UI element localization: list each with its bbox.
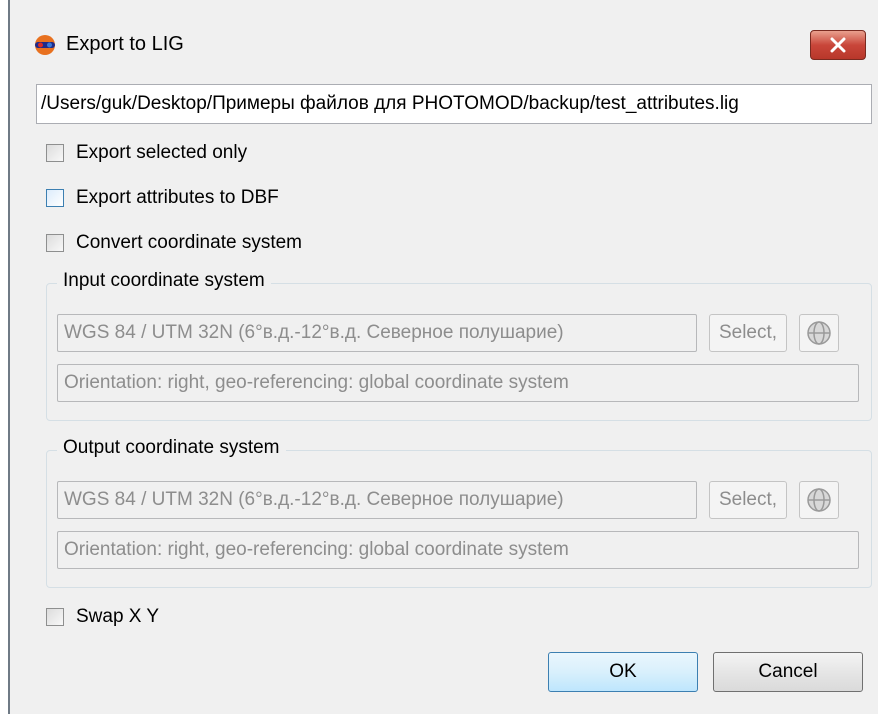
- input-cs-title: Input coordinate system: [57, 270, 271, 292]
- close-icon: [830, 37, 846, 53]
- output-cs-select-button[interactable]: Select,: [709, 481, 787, 519]
- export-attributes-dbf-label: Export attributes to DBF: [76, 187, 279, 208]
- input-cs-orientation-field: Orientation: right, geo-referencing: glo…: [57, 364, 859, 402]
- convert-coordinate-system-checkbox[interactable]: Convert coordinate system: [46, 230, 302, 256]
- export-dialog: Export to LIG /Users/guk/Desktop/Примеры…: [8, 0, 878, 714]
- convert-coordinate-system-label: Convert coordinate system: [76, 232, 302, 253]
- globe-3d-glasses-icon: [34, 34, 56, 56]
- cancel-button[interactable]: Cancel: [713, 652, 863, 692]
- output-coordinate-system-group: Output coordinate system WGS 84 / UTM 32…: [46, 437, 872, 588]
- title-bar: Export to LIG: [10, 0, 878, 74]
- input-cs-globe-button[interactable]: [799, 314, 839, 352]
- input-coordinate-system-group: Input coordinate system WGS 84 / UTM 32N…: [46, 270, 872, 421]
- output-cs-name-field: WGS 84 / UTM 32N (6°в.д.-12°в.д. Северно…: [57, 481, 697, 519]
- input-cs-select-button[interactable]: Select,: [709, 314, 787, 352]
- input-cs-name-field: WGS 84 / UTM 32N (6°в.д.-12°в.д. Северно…: [57, 314, 697, 352]
- checkbox-box[interactable]: [46, 234, 64, 252]
- checkbox-box[interactable]: [46, 144, 64, 162]
- globe-icon: [807, 488, 831, 512]
- close-button[interactable]: [810, 30, 866, 60]
- export-selected-only-label: Export selected only: [76, 142, 248, 163]
- window-title: Export to LIG: [66, 33, 184, 55]
- checkbox-box[interactable]: [46, 189, 64, 207]
- export-selected-only-checkbox[interactable]: Export selected only: [46, 140, 247, 166]
- output-cs-globe-button[interactable]: [799, 481, 839, 519]
- file-path-input[interactable]: /Users/guk/Desktop/Примеры файлов для PH…: [36, 84, 872, 124]
- output-cs-orientation-field: Orientation: right, geo-referencing: glo…: [57, 531, 859, 569]
- globe-icon: [807, 321, 831, 345]
- swap-xy-label: Swap X Y: [76, 606, 160, 627]
- checkbox-box[interactable]: [46, 608, 64, 626]
- export-attributes-dbf-checkbox[interactable]: Export attributes to DBF: [46, 185, 279, 211]
- swap-xy-checkbox[interactable]: Swap X Y: [46, 604, 159, 630]
- output-cs-title: Output coordinate system: [57, 437, 286, 459]
- ok-button[interactable]: OK: [548, 652, 698, 692]
